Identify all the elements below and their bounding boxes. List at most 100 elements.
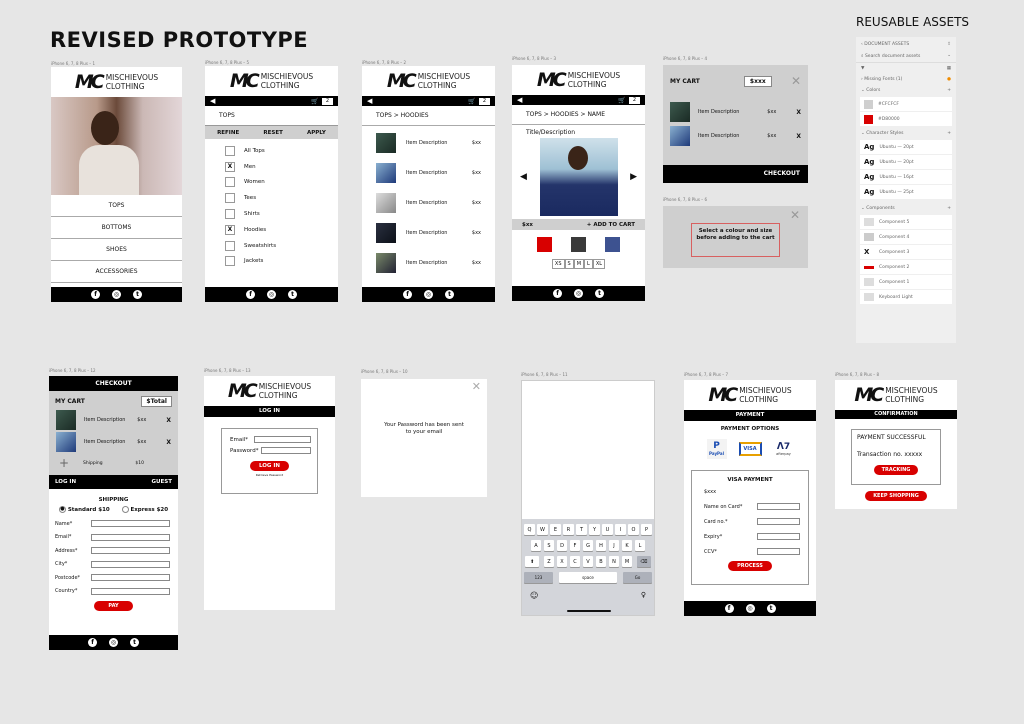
filter-option[interactable]: Shirts xyxy=(205,206,338,222)
emoji-icon[interactable]: ☺ xyxy=(530,591,538,600)
key-v[interactable]: V xyxy=(582,556,594,567)
filter-option[interactable]: Women xyxy=(205,175,338,191)
back-icon[interactable]: ◀ xyxy=(210,97,215,105)
keep-shopping-button[interactable]: KEEP SHOPPING xyxy=(865,491,927,501)
remove-item-button[interactable]: X xyxy=(796,109,801,116)
size-option-s[interactable]: S xyxy=(564,259,574,269)
instagram-icon[interactable]: ◎ xyxy=(424,290,433,299)
char-styles-heading[interactable]: ⌄ Character Styles xyxy=(861,131,904,136)
close-icon[interactable]: ✕ xyxy=(791,74,801,88)
password-field[interactable] xyxy=(261,447,311,454)
login-button[interactable]: LOG IN xyxy=(55,479,76,485)
tracking-button[interactable]: TRACKING xyxy=(873,465,919,475)
numbers-key[interactable]: 123 xyxy=(524,572,553,583)
email-field[interactable] xyxy=(254,436,311,443)
back-icon[interactable]: ◀ xyxy=(517,96,522,104)
color-swatch[interactable] xyxy=(604,237,620,252)
breadcrumb[interactable]: TOPS > HOODIES xyxy=(362,106,495,126)
menu-item-tops[interactable]: TOPS xyxy=(51,195,182,217)
instagram-icon[interactable]: ◎ xyxy=(109,638,118,647)
size-option-xs[interactable]: XS xyxy=(551,259,565,269)
filter-option[interactable]: Sweatshirts xyxy=(205,238,338,254)
filter-option[interactable]: Jackets xyxy=(205,254,338,270)
key-t[interactable]: T xyxy=(576,524,587,535)
visa-icon[interactable]: VISA xyxy=(738,442,762,456)
asset-character-style[interactable]: Ag Ubuntu — 16pt xyxy=(860,170,952,184)
close-icon[interactable]: ✕ xyxy=(790,208,800,222)
cart-icon[interactable]: 🛒 xyxy=(468,98,475,105)
text-field[interactable] xyxy=(756,518,800,525)
filter-option[interactable]: All Tops xyxy=(205,143,338,159)
twitter-icon[interactable]: t xyxy=(595,289,604,298)
product-thumbnail[interactable] xyxy=(376,253,396,273)
add-to-cart-button[interactable]: + ADD TO CART xyxy=(587,222,635,228)
colors-heading[interactable]: ⌄ Colors xyxy=(861,88,880,93)
checkbox[interactable] xyxy=(225,177,235,188)
text-field[interactable] xyxy=(91,587,170,595)
share-icon[interactable]: ⇪ xyxy=(947,42,951,47)
product-thumbnail[interactable] xyxy=(376,223,396,243)
missing-fonts[interactable]: › Missing Fonts (1) xyxy=(861,77,902,82)
list-item[interactable]: Item Description $xx xyxy=(362,188,495,218)
space-key[interactable]: space xyxy=(559,572,617,583)
search-input[interactable]: Search document assets xyxy=(865,54,920,59)
asset-component[interactable]: Keyboard Light xyxy=(860,290,952,304)
asset-character-style[interactable]: Ag Ubuntu — 20pt xyxy=(860,140,952,154)
brand-logo[interactable]: MC MISCHIEVOUS CLOTHING xyxy=(362,66,495,96)
key-d[interactable]: D xyxy=(556,540,568,551)
reset-button[interactable]: RESET xyxy=(263,130,282,136)
list-item[interactable]: Item Description $xx xyxy=(362,128,495,158)
checkbox[interactable] xyxy=(225,145,235,156)
text-field[interactable] xyxy=(91,574,170,582)
key-e[interactable]: E xyxy=(550,524,561,535)
add-component-icon[interactable]: + xyxy=(947,206,951,211)
twitter-icon[interactable]: t xyxy=(288,290,297,299)
facebook-icon[interactable]: f xyxy=(553,289,562,298)
instagram-icon[interactable]: ◎ xyxy=(112,290,121,299)
brand-logo[interactable]: MC MISCHIEVOUS CLOTHING xyxy=(512,65,645,95)
twitter-icon[interactable]: t xyxy=(133,290,142,299)
refine-button[interactable]: REFINE xyxy=(217,130,239,136)
twitter-icon[interactable]: t xyxy=(130,638,139,647)
key-x[interactable]: X xyxy=(556,556,568,567)
prev-image-icon[interactable]: ◀ xyxy=(520,172,527,182)
cart-icon[interactable]: 🛒 xyxy=(311,98,318,105)
color-swatch[interactable] xyxy=(537,237,553,252)
key-w[interactable]: W xyxy=(537,524,548,535)
text-field[interactable] xyxy=(91,547,170,555)
facebook-icon[interactable]: f xyxy=(403,290,412,299)
shift-key[interactable]: ⬆ xyxy=(525,556,540,567)
asset-component[interactable]: X Component 3 xyxy=(860,245,952,259)
facebook-icon[interactable]: f xyxy=(246,290,255,299)
key-m[interactable]: M xyxy=(621,556,633,567)
asset-component[interactable]: Component 4 xyxy=(860,230,952,244)
microphone-icon[interactable]: ♀ xyxy=(641,591,646,600)
key-o[interactable]: O xyxy=(628,524,639,535)
menu-item-bottoms[interactable]: BOTTOMS xyxy=(51,217,182,239)
product-thumbnail[interactable] xyxy=(376,163,396,183)
key-n[interactable]: N xyxy=(608,556,620,567)
asset-component[interactable]: Component 1 xyxy=(860,275,952,289)
checkout-button[interactable]: CHECKOUT xyxy=(663,165,808,183)
checkbox[interactable] xyxy=(225,240,235,251)
back-icon[interactable]: ◀ xyxy=(367,97,372,105)
document-assets-back[interactable]: ‹ DOCUMENT ASSETS xyxy=(861,42,909,47)
asset-component[interactable]: Component 5 xyxy=(860,215,952,229)
filter-option[interactable]: Tees xyxy=(205,190,338,206)
breadcrumb[interactable]: TOPS xyxy=(205,106,338,125)
brand-logo[interactable]: MC MISCHIEVOUS CLOTHING xyxy=(205,66,338,96)
go-key[interactable]: Go xyxy=(623,572,652,583)
brand-logo[interactable]: MC MISCHIEVOUS CLOTHING xyxy=(835,380,957,410)
remove-item-button[interactable]: X xyxy=(166,439,171,446)
key-j[interactable]: J xyxy=(608,540,620,551)
checkbox[interactable]: X xyxy=(225,224,235,235)
apply-button[interactable]: APPLY xyxy=(307,130,326,136)
asset-component[interactable]: Component 2 xyxy=(860,260,952,274)
key-r[interactable]: R xyxy=(563,524,574,535)
key-f[interactable]: F xyxy=(569,540,581,551)
instagram-icon[interactable]: ◎ xyxy=(745,604,755,613)
add-color-icon[interactable]: + xyxy=(947,88,951,93)
facebook-icon[interactable]: f xyxy=(724,604,734,613)
afterpay-icon[interactable]: ᐱ7 afterpay xyxy=(774,442,794,456)
asset-character-style[interactable]: Ag Ubuntu — 20pt xyxy=(860,155,952,169)
